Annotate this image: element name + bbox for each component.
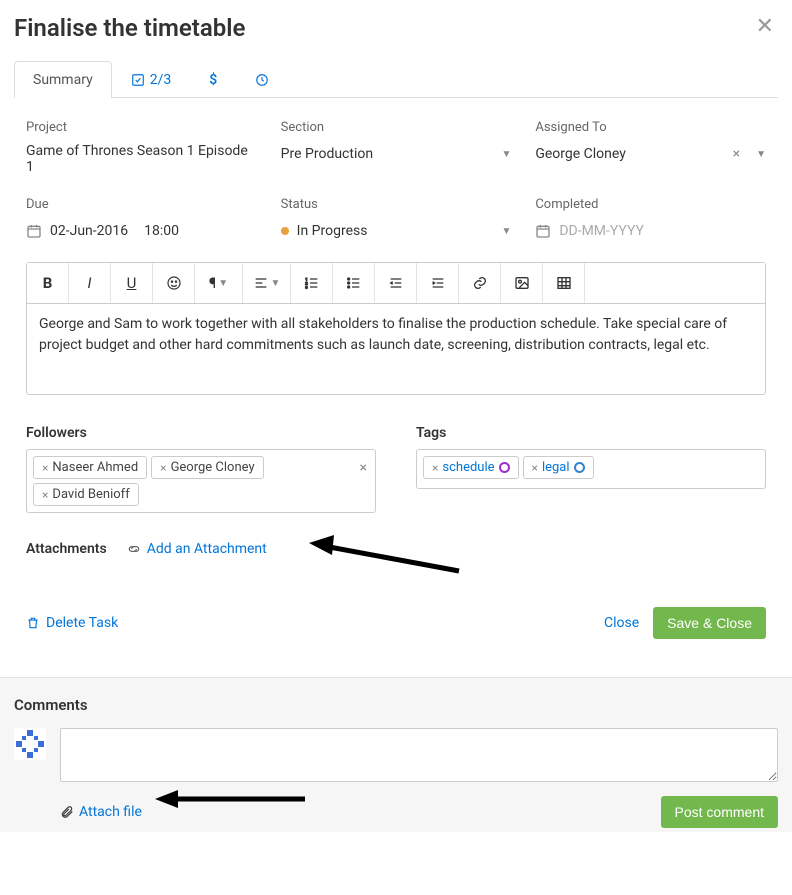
follower-chip[interactable]: ×David Benioff xyxy=(33,483,139,506)
remove-chip-icon[interactable]: × xyxy=(432,461,438,475)
comment-textarea[interactable] xyxy=(60,728,778,782)
dollar-icon: $ xyxy=(209,72,217,88)
svg-text:3: 3 xyxy=(305,284,307,289)
section-select[interactable]: Pre Production ▼ xyxy=(281,143,512,165)
tags-label: Tags xyxy=(416,425,766,441)
align-button[interactable]: ▼ xyxy=(243,263,291,303)
assigned-select[interactable]: George Cloney × ▼ xyxy=(535,143,766,165)
add-attachment-link[interactable]: Add an Attachment xyxy=(127,541,267,557)
tags-box[interactable]: × schedule × legal xyxy=(416,449,766,489)
attachment-icon xyxy=(127,544,141,554)
tag-chip[interactable]: × legal xyxy=(523,456,594,479)
annotation-arrow-icon xyxy=(150,784,310,824)
chevron-down-icon: ▼ xyxy=(756,149,766,160)
followers-label: Followers xyxy=(26,425,376,441)
unordered-list-button[interactable] xyxy=(333,263,375,303)
due-field[interactable]: 02-Jun-2016 18:00 xyxy=(26,220,257,242)
user-avatar xyxy=(14,728,46,760)
completed-field[interactable]: DD-MM-YYYY xyxy=(535,220,766,242)
follower-chip[interactable]: ×George Cloney xyxy=(151,456,263,479)
italic-button[interactable]: I xyxy=(69,263,111,303)
post-comment-button[interactable]: Post comment xyxy=(661,796,778,828)
followers-box[interactable]: ×Naseer Ahmed ×George Cloney ×David Beni… xyxy=(26,449,376,513)
completed-label: Completed xyxy=(535,197,766,212)
section-label: Section xyxy=(281,120,512,135)
close-modal-icon[interactable]: ✕ xyxy=(756,14,774,39)
status-select[interactable]: In Progress ▼ xyxy=(281,220,512,242)
calendar-icon xyxy=(26,223,42,239)
status-dot-icon xyxy=(281,227,289,235)
project-value[interactable]: Game of Thrones Season 1 Episode 1 xyxy=(26,143,257,175)
clear-followers-icon[interactable]: × xyxy=(360,460,367,476)
ordered-list-button[interactable]: 123 xyxy=(291,263,333,303)
emoji-button[interactable] xyxy=(153,263,195,303)
clear-assigned-icon[interactable]: × xyxy=(733,146,740,162)
assigned-label: Assigned To xyxy=(535,120,766,135)
attach-file-link[interactable]: Attach file xyxy=(60,804,142,820)
table-button[interactable] xyxy=(543,263,585,303)
due-label: Due xyxy=(26,197,257,212)
attachments-label: Attachments xyxy=(26,541,107,557)
task-title: Finalise the timetable xyxy=(14,14,778,42)
project-label: Project xyxy=(26,120,257,135)
trash-icon xyxy=(26,616,40,630)
close-button[interactable]: Close xyxy=(604,615,639,631)
tab-budget[interactable]: $ xyxy=(190,61,236,98)
status-label: Status xyxy=(281,197,512,212)
comments-title: Comments xyxy=(14,696,778,714)
remove-chip-icon[interactable]: × xyxy=(160,461,166,475)
follower-chip[interactable]: ×Naseer Ahmed xyxy=(33,456,147,479)
calendar-icon xyxy=(535,223,551,239)
paperclip-icon xyxy=(60,805,74,819)
editor-toolbar: B I U ¶▼ ▼ 123 xyxy=(27,263,765,304)
chevron-down-icon: ▼ xyxy=(501,149,511,160)
delete-task-button[interactable]: Delete Task xyxy=(26,615,118,631)
annotation-arrow-icon xyxy=(304,531,464,581)
description-textarea[interactable]: George and Sam to work together with all… xyxy=(27,304,765,394)
tab-bar: Summary 2/3 $ xyxy=(14,60,778,98)
underline-button[interactable]: U xyxy=(111,263,153,303)
outdent-button[interactable] xyxy=(375,263,417,303)
remove-chip-icon[interactable]: × xyxy=(42,488,48,502)
indent-button[interactable] xyxy=(417,263,459,303)
remove-chip-icon[interactable]: × xyxy=(532,461,538,475)
chevron-down-icon: ▼ xyxy=(501,226,511,237)
tab-summary[interactable]: Summary xyxy=(14,61,112,98)
image-button[interactable] xyxy=(501,263,543,303)
paragraph-button[interactable]: ¶▼ xyxy=(195,263,243,303)
bold-button[interactable]: B xyxy=(27,263,69,303)
tab-time[interactable] xyxy=(236,61,288,98)
tab-checklist[interactable]: 2/3 xyxy=(112,61,191,98)
remove-chip-icon[interactable]: × xyxy=(42,461,48,475)
link-button[interactable] xyxy=(459,263,501,303)
description-editor: B I U ¶▼ ▼ 123 xyxy=(26,262,766,395)
tag-color-icon xyxy=(499,462,510,473)
save-close-button[interactable]: Save & Close xyxy=(653,607,766,639)
checklist-icon xyxy=(131,73,145,87)
tag-chip[interactable]: × schedule xyxy=(423,456,519,479)
tag-color-icon xyxy=(574,462,585,473)
clock-icon xyxy=(255,73,269,87)
